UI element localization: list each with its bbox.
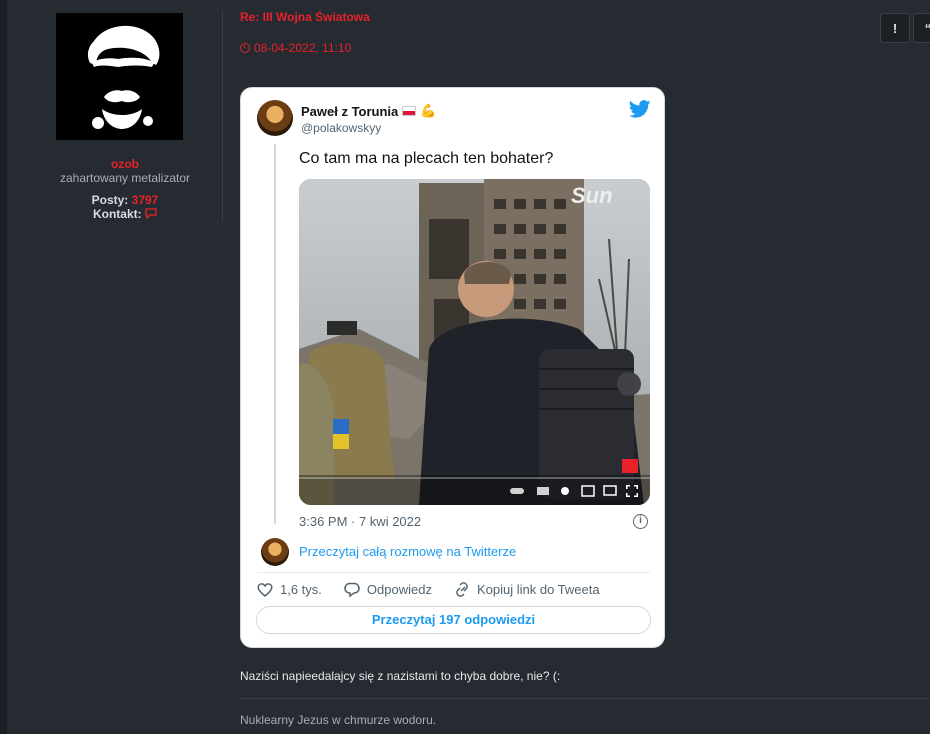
flexed-biceps-icon: 💪 [420, 103, 437, 118]
tweet-video[interactable]: Sun [299, 179, 650, 505]
tweet-author-name-text: Paweł z Torunia [301, 103, 399, 119]
clock-icon [240, 43, 250, 53]
contact-label: Kontakt: [92, 207, 142, 221]
copy-link-button[interactable]: Kopiuj link do Tweeta [454, 582, 600, 597]
tweet-actions: 1,6 tys. Odpowiedz Kopiuj link do Tweeta [257, 582, 600, 597]
username[interactable]: ozob [30, 157, 220, 171]
reply-button[interactable]: Odpowiedz [344, 582, 432, 597]
posts-stat: Posty: 3797 [30, 193, 220, 207]
post-title[interactable]: Re: III Wojna Światowa [240, 10, 370, 24]
tweet-author-avatar-small[interactable] [261, 538, 289, 566]
report-button[interactable]: ! [880, 13, 910, 43]
reply-label: Odpowiedz [366, 582, 432, 597]
heart-icon [257, 583, 273, 597]
tweet-author-handle[interactable]: @polakowskyy [301, 121, 381, 135]
media-watermark: Sun [571, 183, 613, 208]
reply-icon [344, 582, 360, 597]
post-date[interactable]: 08-04-2022, 11:10 [240, 41, 351, 55]
video-frame: Sun [299, 179, 650, 505]
quote-button[interactable]: “ [913, 13, 930, 43]
copy-link-label: Kopiuj link do Tweeta [476, 582, 600, 597]
thread-line [274, 144, 276, 524]
avatar[interactable] [56, 13, 183, 140]
user-rank: zahartowany metalizator [59, 171, 191, 185]
left-strip [0, 0, 7, 734]
poland-flag-icon [402, 106, 417, 116]
signature-divider [240, 698, 930, 699]
post-date-text: 08-04-2022, 11:10 [254, 41, 352, 55]
tweet-author-name[interactable]: Paweł z Torunia 💪 [301, 103, 436, 119]
info-icon[interactable]: i [633, 514, 648, 529]
embedded-tweet: Paweł z Torunia 💪 @polakowskyy Co tam ma… [240, 87, 665, 648]
like-count: 1,6 tys. [280, 582, 322, 597]
tweet-timestamp[interactable]: 3:36 PM · 7 kwi 2022 [299, 514, 421, 529]
read-conversation-link[interactable]: Przeczytaj całą rozmowę na Twitterze [299, 544, 516, 559]
link-icon [456, 582, 468, 597]
twitter-bird-icon[interactable] [629, 100, 651, 118]
post-body: Naziści napieedalajcy się z nazistami to… [240, 669, 561, 683]
like-button[interactable]: 1,6 tys. [257, 582, 322, 597]
tweet-author-avatar[interactable] [257, 100, 293, 136]
posts-label: Posty: [91, 193, 129, 207]
signature: Nuklearny Jezus w chmurze wodoru. [240, 713, 437, 727]
posts-count[interactable]: 3797 [132, 193, 159, 207]
author-divider [222, 10, 223, 222]
tweet-text: Co tam ma na plecach ten bohater? [299, 150, 554, 167]
contact-stat: Kontakt: [30, 207, 220, 221]
tweet-separator [257, 572, 650, 573]
read-replies-button[interactable]: Przeczytaj 197 odpowiedzi [256, 606, 651, 634]
message-icon[interactable] [145, 207, 157, 221]
